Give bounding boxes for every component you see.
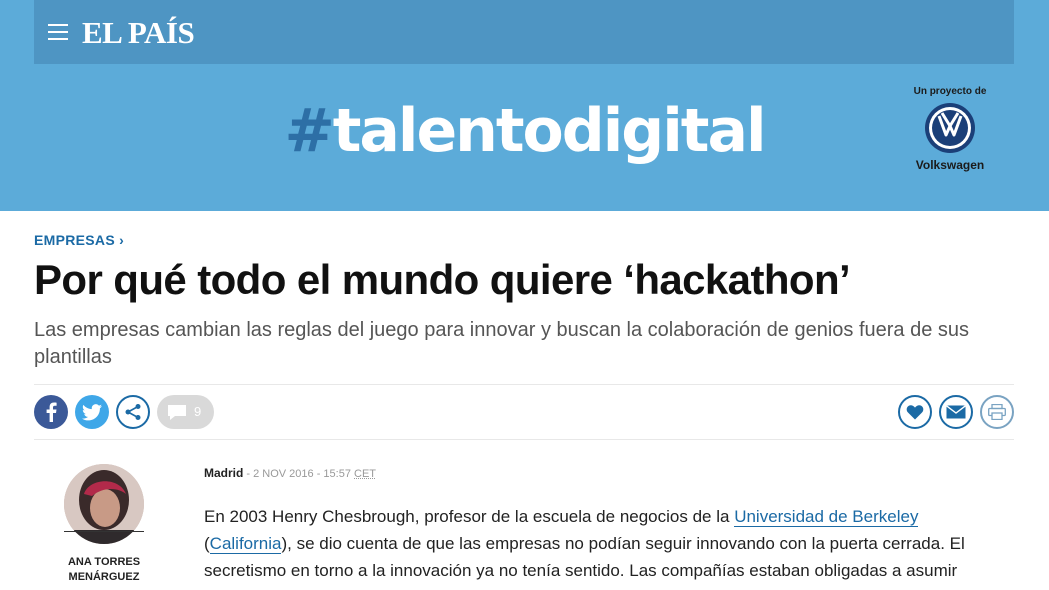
print-icon <box>988 404 1006 420</box>
dateline-timezone: CET <box>354 468 377 480</box>
divider-bottom <box>34 439 1014 440</box>
heart-icon <box>906 405 924 420</box>
sponsor-block[interactable]: Un proyecto de Volkswagen <box>905 86 995 172</box>
el-pais-logo[interactable]: EL PAÍS <box>82 15 195 51</box>
share-icon <box>125 404 141 420</box>
volkswagen-logo-icon <box>925 103 975 153</box>
print-button[interactable] <box>980 395 1014 429</box>
sponsor-name: Volkswagen <box>915 158 985 172</box>
author-avatar[interactable] <box>64 464 144 544</box>
article-headline: Por qué todo el mundo quiere ‘hackathon’ <box>34 256 851 303</box>
body-text-2: ( <box>204 534 210 553</box>
dateline-date: - 2 NOV 2016 - 15:57 <box>243 468 355 480</box>
section-link[interactable]: EMPRESAS › <box>34 232 124 248</box>
dateline: Madrid - 2 NOV 2016 - 15:57 CET <box>204 466 376 480</box>
twitter-share-button[interactable] <box>75 395 109 429</box>
top-navigation-bar: EL PAÍS <box>34 0 1014 64</box>
mail-icon <box>946 405 966 419</box>
link-california[interactable]: California <box>209 534 282 554</box>
facebook-share-button[interactable] <box>34 395 68 429</box>
hashtag-word: talentodigital <box>332 96 767 166</box>
body-text-1: En 2003 Henry Chesbrough, profesor de la… <box>204 507 735 526</box>
twitter-icon <box>82 403 102 420</box>
comments-button[interactable]: 9 <box>157 395 214 429</box>
share-button[interactable] <box>116 395 150 429</box>
talentodigital-hashtag: #talentodigital <box>0 96 1049 166</box>
author-divider <box>64 531 144 532</box>
link-universidad-berkeley[interactable]: Universidad de Berkeley <box>734 507 919 527</box>
dateline-city: Madrid <box>204 466 244 480</box>
banner: EL PAÍS #talentodigital Un proyecto de V… <box>0 0 1049 211</box>
hamburger-menu-icon[interactable] <box>48 24 68 40</box>
comment-icon <box>168 405 186 420</box>
sponsor-caption: Un proyecto de <box>913 86 987 97</box>
author-name[interactable]: ANA TORRES MENÁRGUEZ <box>44 555 164 585</box>
hashtag-symbol: # <box>284 96 334 166</box>
facebook-icon <box>46 402 57 422</box>
comment-count: 9 <box>194 404 202 419</box>
email-share-button[interactable] <box>939 395 973 429</box>
favorite-button[interactable] <box>898 395 932 429</box>
body-text-3: ), se dio cuenta de que las empresas no … <box>204 534 965 580</box>
article-body-paragraph: En 2003 Henry Chesbrough, profesor de la… <box>204 503 1004 584</box>
article-subtitle: Las empresas cambian las reglas del jueg… <box>34 319 970 368</box>
author-photo <box>64 464 144 544</box>
divider-top <box>34 384 1014 385</box>
